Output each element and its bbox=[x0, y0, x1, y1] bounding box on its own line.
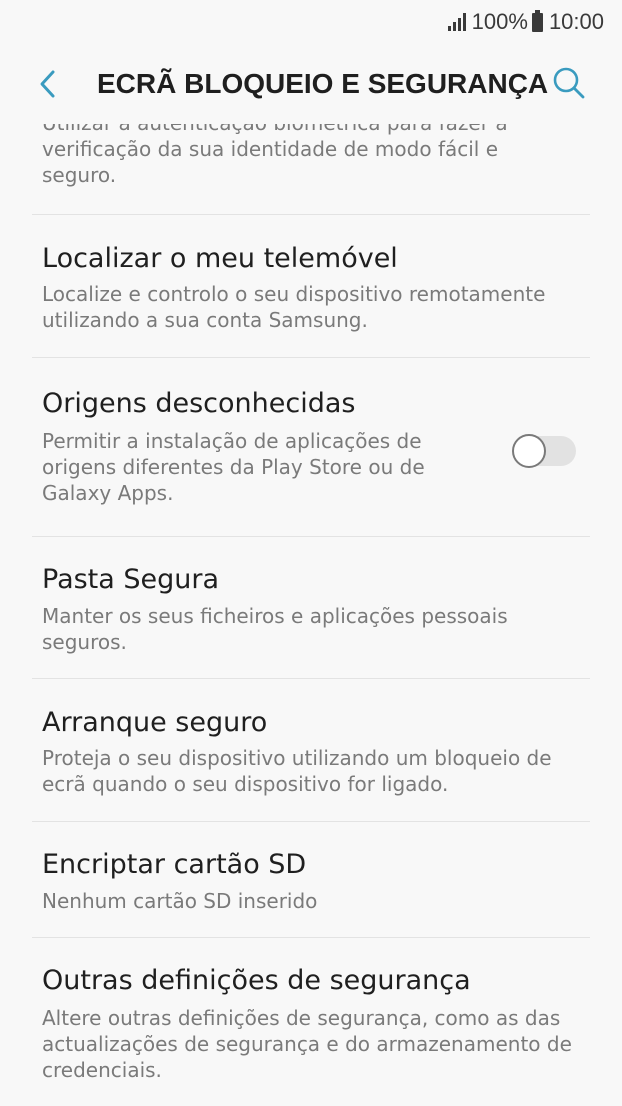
toggle-thumb bbox=[512, 434, 546, 468]
settings-list: Utilizar a autenticação biométrica para … bbox=[0, 124, 622, 1106]
chevron-left-icon bbox=[40, 70, 55, 98]
back-button[interactable] bbox=[30, 66, 66, 102]
setting-title: Outras definições de segurança bbox=[42, 965, 471, 996]
battery-percentage: 100% bbox=[471, 9, 528, 34]
setting-title: Pasta Segura bbox=[42, 564, 220, 595]
app-bar: ECRÃ BLOQUEIO E SEGURANÇA bbox=[0, 44, 622, 124]
page-title: ECRÃ BLOQUEIO E SEGURANÇA bbox=[97, 68, 549, 99]
setting-description: Nenhum cartão SD inserido bbox=[42, 889, 318, 913]
setting-secure-startup[interactable]: Arranque seguro Proteja o seu dispositiv… bbox=[0, 679, 622, 821]
setting-description: Localize e controlo o seu dispositivo re… bbox=[42, 282, 546, 332]
setting-description: Manter os seus ficheiros e aplicações pe… bbox=[42, 604, 508, 654]
setting-unknown-sources[interactable]: Origens desconhecidas Permitir a instala… bbox=[0, 358, 622, 536]
setting-title: Localizar o meu telemóvel bbox=[42, 243, 398, 274]
unknown-sources-toggle[interactable] bbox=[512, 434, 576, 468]
battery-icon bbox=[531, 9, 543, 32]
search-button[interactable] bbox=[550, 64, 588, 102]
setting-other-security-settings[interactable]: Outras definições de segurança Altere ou… bbox=[0, 938, 622, 1106]
search-icon bbox=[553, 67, 585, 99]
status-bar: 100% 10:00 bbox=[0, 0, 622, 44]
setting-encrypt-sd-card[interactable]: Encriptar cartão SD Nenhum cartão SD ins… bbox=[0, 822, 622, 937]
setting-secure-folder[interactable]: Pasta Segura Manter os seus ficheiros e … bbox=[0, 537, 622, 678]
setting-description: Permitir a instalação de aplicações de o… bbox=[42, 429, 425, 505]
signal-icon bbox=[447, 13, 466, 31]
clock: 10:00 bbox=[548, 9, 604, 34]
setting-description: Altere outras definições de segurança, c… bbox=[42, 1006, 572, 1082]
setting-title: Arranque seguro bbox=[42, 707, 268, 738]
setting-description: Proteja o seu dispositivo utilizando um … bbox=[42, 746, 552, 796]
biometrics-description: Utilizar a autenticação biométrica para … bbox=[42, 124, 508, 187]
setting-title: Origens desconhecidas bbox=[42, 388, 356, 419]
setting-find-my-mobile[interactable]: Localizar o meu telemóvel Localize e con… bbox=[0, 215, 622, 357]
setting-title: Encriptar cartão SD bbox=[42, 849, 307, 880]
